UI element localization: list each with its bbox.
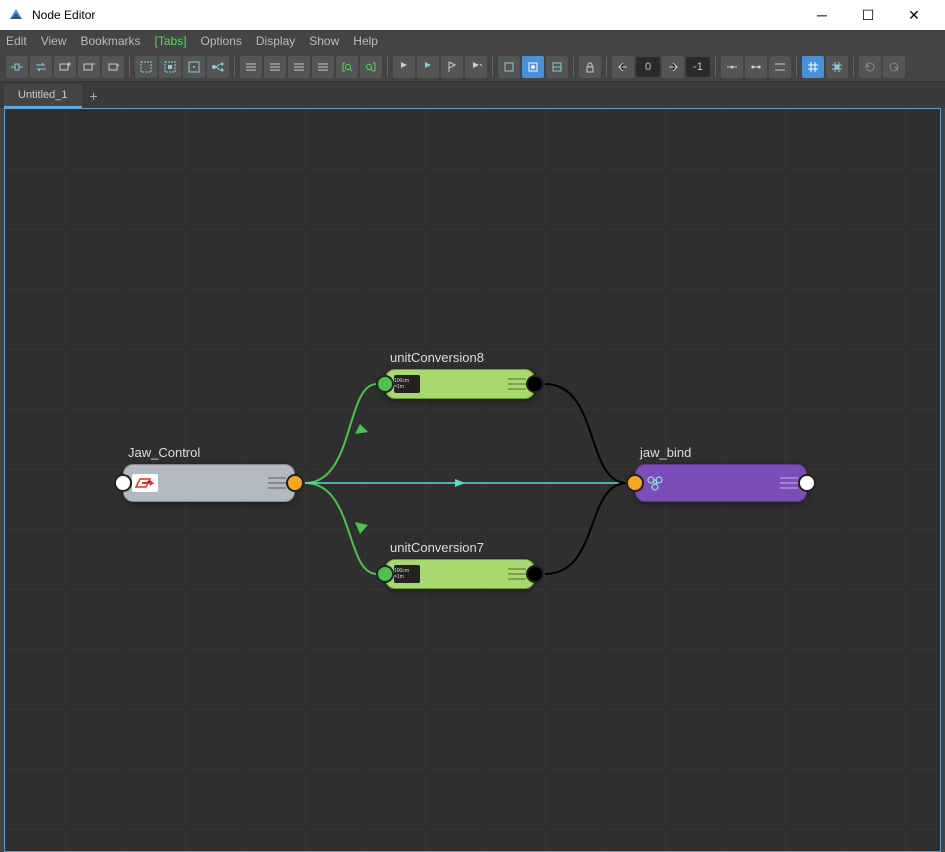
- menu-show[interactable]: Show: [309, 34, 339, 48]
- tab-untitled1[interactable]: Untitled_1: [4, 84, 82, 108]
- tool-remove-node-icon[interactable]: [78, 56, 100, 78]
- tab-bar: Untitled_1 +: [0, 82, 945, 108]
- tool-zoom-bracket2-icon[interactable]: [360, 56, 382, 78]
- tool-flag4-icon[interactable]: [465, 56, 487, 78]
- menu-tabs[interactable]: [Tabs]: [155, 34, 187, 48]
- node-label: Jaw_Control: [128, 445, 200, 460]
- tool-mode3-icon[interactable]: [546, 56, 568, 78]
- tool-separator: [606, 57, 607, 77]
- tool-collapse-icon[interactable]: [612, 56, 634, 78]
- node-unit-conversion-8[interactable]: unitConversion8 100cm =1m: [385, 369, 535, 399]
- titlebar: Node Editor ─ ☐ ✕: [0, 0, 945, 30]
- unit-conversion-icon: 100cm =1m: [394, 565, 420, 583]
- node-label: unitConversion8: [390, 350, 484, 365]
- tool-separator: [492, 57, 493, 77]
- minimize-button[interactable]: ─: [799, 0, 845, 30]
- input-port[interactable]: [376, 565, 394, 583]
- output-port[interactable]: [286, 474, 304, 492]
- output-port[interactable]: [798, 474, 816, 492]
- toolbar: 0 -1: [0, 52, 945, 82]
- output-port[interactable]: [526, 565, 544, 583]
- node-handle-icon: [780, 477, 798, 489]
- node-handle-icon: [508, 568, 526, 580]
- tool-mode1-icon[interactable]: [498, 56, 520, 78]
- menu-edit[interactable]: Edit: [6, 34, 27, 48]
- close-button[interactable]: ✕: [891, 0, 937, 30]
- app-body: Edit View Bookmarks [Tabs] Options Displ…: [0, 30, 945, 852]
- tool-layout3-icon[interactable]: [288, 56, 310, 78]
- tool-flag3-icon[interactable]: [441, 56, 463, 78]
- tool-hierarchy-icon[interactable]: [207, 56, 229, 78]
- tool-connect2-icon[interactable]: [745, 56, 767, 78]
- tool-lock-icon[interactable]: [579, 56, 601, 78]
- tool-snap-icon[interactable]: [826, 56, 848, 78]
- node-label: jaw_bind: [640, 445, 691, 460]
- tool-separator: [715, 57, 716, 77]
- input-port[interactable]: [114, 474, 132, 492]
- window-title: Node Editor: [32, 8, 799, 22]
- node-canvas[interactable]: Jaw_Control unitConversion8 100cm =1m un…: [4, 108, 941, 852]
- tool-separator: [573, 57, 574, 77]
- tool-layout4-icon[interactable]: [312, 56, 334, 78]
- tool-swap-icon[interactable]: [30, 56, 52, 78]
- unit-conversion-icon: 100cm =1m: [394, 375, 420, 393]
- node-unit-conversion-7[interactable]: unitConversion7 100cm =1m: [385, 559, 535, 589]
- tool-connect3-icon[interactable]: [769, 56, 791, 78]
- joint-icon: [644, 474, 670, 492]
- tool-separator: [234, 57, 235, 77]
- tool-flag1-icon[interactable]: [393, 56, 415, 78]
- node-label: unitConversion7: [390, 540, 484, 555]
- node-handle-icon: [268, 477, 286, 489]
- tool-grid-icon[interactable]: [802, 56, 824, 78]
- menu-display[interactable]: Display: [256, 34, 295, 48]
- tool-frame-icon[interactable]: [183, 56, 205, 78]
- menubar: Edit View Bookmarks [Tabs] Options Displ…: [0, 30, 945, 52]
- tool-layout1-icon[interactable]: [240, 56, 262, 78]
- tool-add-node-icon[interactable]: [54, 56, 76, 78]
- output-port[interactable]: [526, 375, 544, 393]
- tool-select-inner-icon[interactable]: [159, 56, 181, 78]
- tool-input-output-icon[interactable]: [6, 56, 28, 78]
- tool-depth-zero: 0: [636, 57, 660, 77]
- tool-separator: [853, 57, 854, 77]
- menu-bookmarks[interactable]: Bookmarks: [80, 34, 140, 48]
- tool-refresh-icon[interactable]: [859, 56, 881, 78]
- input-port[interactable]: [376, 375, 394, 393]
- tool-layout2-icon[interactable]: [264, 56, 286, 78]
- tool-depth-neg1: -1: [686, 57, 710, 77]
- tool-mode2-icon[interactable]: [522, 56, 544, 78]
- tool-expand-icon[interactable]: [662, 56, 684, 78]
- app-icon: [8, 7, 24, 23]
- input-port[interactable]: [626, 474, 644, 492]
- tool-connect1-icon[interactable]: [721, 56, 743, 78]
- tool-separator: [387, 57, 388, 77]
- transform-icon: [132, 474, 158, 492]
- node-jaw-bind[interactable]: jaw_bind: [635, 464, 807, 502]
- tool-graph-icon[interactable]: [102, 56, 124, 78]
- node-jaw-control[interactable]: Jaw_Control: [123, 464, 295, 502]
- tab-add-button[interactable]: +: [82, 84, 106, 108]
- tool-refresh2-icon[interactable]: [883, 56, 905, 78]
- tool-zoom-bracket-icon[interactable]: [336, 56, 358, 78]
- menu-view[interactable]: View: [41, 34, 67, 48]
- tool-select-all-icon[interactable]: [135, 56, 157, 78]
- menu-help[interactable]: Help: [353, 34, 378, 48]
- tool-separator: [129, 57, 130, 77]
- node-handle-icon: [508, 378, 526, 390]
- menu-options[interactable]: Options: [201, 34, 242, 48]
- maximize-button[interactable]: ☐: [845, 0, 891, 30]
- tool-flag2-icon[interactable]: [417, 56, 439, 78]
- tool-separator: [796, 57, 797, 77]
